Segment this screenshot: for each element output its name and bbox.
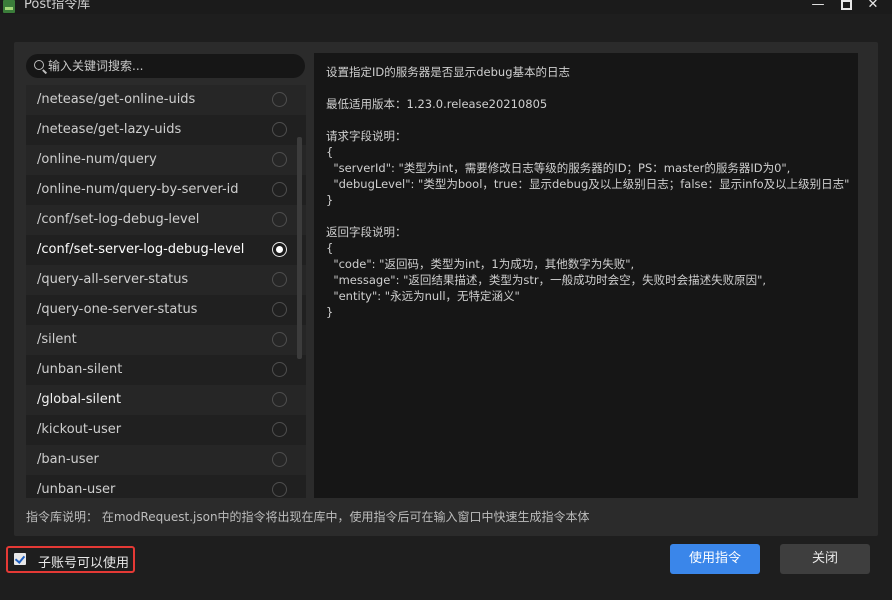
command-item-label: /conf/set-log-debug-level [37,212,200,227]
post-command-library-window: Post指令库 — ✕ /netease/get-online-uids/net… [0,0,892,600]
command-item-label: /query-all-server-status [37,272,189,287]
library-help-text: 指令库说明： 在modRequest.json中的指令将出现在库中，使用指令后可… [26,510,590,524]
command-item[interactable]: /netease/get-online-uids [26,85,306,115]
command-radio[interactable] [272,362,287,377]
command-item-label: /conf/set-server-log-debug-level [37,242,245,257]
search-box[interactable] [26,54,305,78]
search-icon [34,60,44,70]
command-detail-panel: 设置指定ID的服务器是否显示debug基本的日志 最低适用版本：1.23.0.r… [314,53,858,498]
maximize-button[interactable] [836,0,856,13]
command-item[interactable]: /query-all-server-status [26,265,306,295]
command-item-label: /silent [37,332,77,347]
command-radio[interactable] [272,212,287,227]
search-input[interactable] [48,57,298,75]
close-button[interactable]: 关闭 [780,544,870,574]
sub-account-label[interactable]: 子账号可以使用 [38,552,129,571]
command-item-label: /online-num/query [37,152,157,167]
command-radio[interactable] [272,332,287,347]
command-radio[interactable] [272,242,287,257]
app-icon [3,0,15,13]
command-radio[interactable] [272,272,287,287]
command-item-label: /netease/get-lazy-uids [37,122,182,137]
command-radio[interactable] [272,482,287,497]
command-item[interactable]: /netease/get-lazy-uids [26,115,306,145]
window-title: Post指令库 [24,0,91,12]
command-item[interactable]: /unban-user [26,475,306,498]
command-item-label: /kickout-user [37,422,122,437]
command-radio[interactable] [272,302,287,317]
command-item-label: /global-silent [37,392,122,407]
command-radio[interactable] [272,182,287,197]
close-window-button[interactable]: ✕ [863,0,883,13]
command-item-label: /netease/get-online-uids [37,92,196,107]
command-radio[interactable] [272,152,287,167]
minimize-button[interactable]: — [808,0,828,13]
command-item[interactable]: /online-num/query [26,145,306,175]
command-list[interactable]: /netease/get-online-uids/netease/get-laz… [26,85,306,498]
command-item[interactable]: /conf/set-log-debug-level [26,205,306,235]
command-radio[interactable] [272,92,287,107]
command-item[interactable]: /ban-user [26,445,306,475]
command-item[interactable]: /silent [26,325,306,355]
title-bar: Post指令库 — ✕ [0,0,892,14]
command-list-scrollbar[interactable] [297,137,302,359]
command-radio[interactable] [272,122,287,137]
command-item[interactable]: /global-silent [26,385,306,415]
command-item-label: /online-num/query-by-server-id [37,182,239,197]
command-item[interactable]: /query-one-server-status [26,295,306,325]
command-item-label: /unban-user [37,482,116,497]
command-item-label: /ban-user [37,452,99,467]
command-item-label: /query-one-server-status [37,302,198,317]
command-radio[interactable] [272,452,287,467]
use-command-button[interactable]: 使用指令 [670,544,760,574]
command-item[interactable]: /conf/set-server-log-debug-level [26,235,306,265]
command-detail-text: 设置指定ID的服务器是否显示debug基本的日志 最低适用版本：1.23.0.r… [326,65,850,319]
sub-account-checkbox[interactable] [14,553,26,565]
command-item-label: /unban-silent [37,362,123,377]
command-radio[interactable] [272,392,287,407]
command-radio[interactable] [272,422,287,437]
command-item[interactable]: /kickout-user [26,415,306,445]
maximize-icon [840,0,852,10]
command-item[interactable]: /online-num/query-by-server-id [26,175,306,205]
command-item[interactable]: /unban-silent [26,355,306,385]
